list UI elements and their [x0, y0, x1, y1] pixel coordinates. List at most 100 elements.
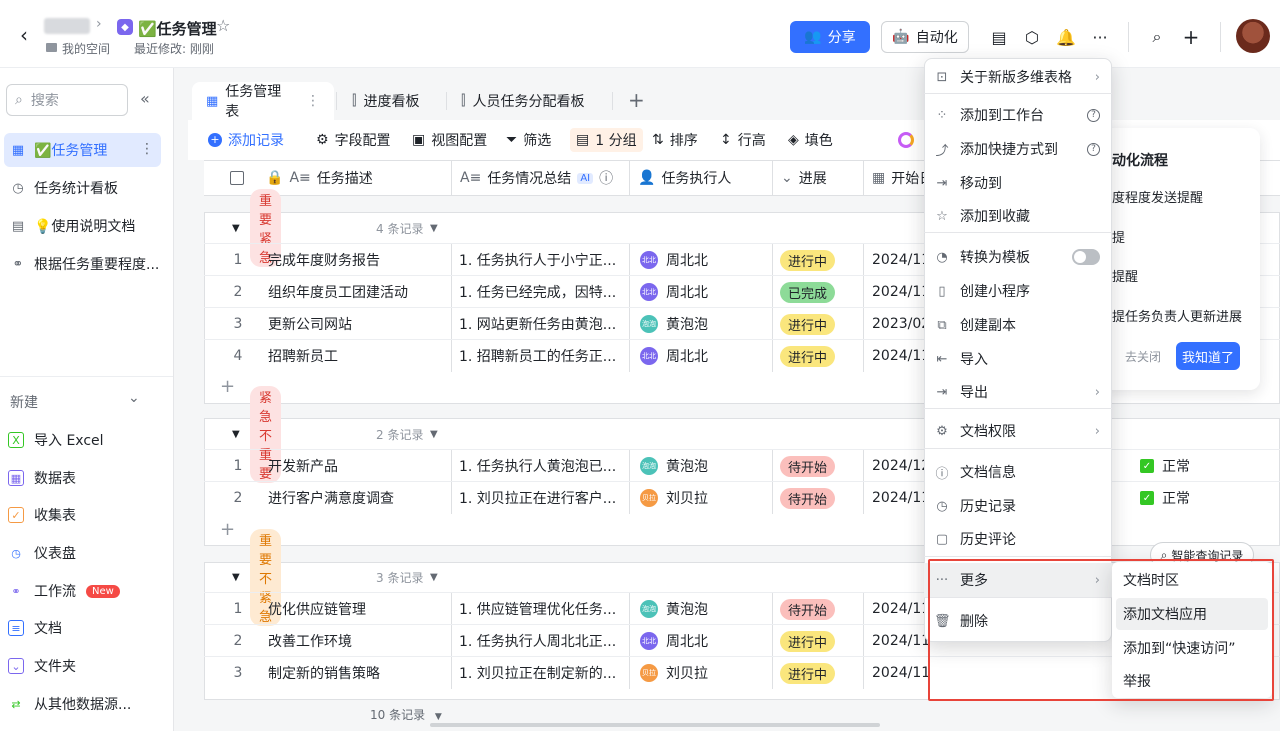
cell-desc[interactable]: 招聘新员工 [268, 340, 448, 372]
row-height-button[interactable]: ↕ 行高 [720, 128, 766, 152]
menu-item[interactable]: ⊡ 关于新版多维表格 › [924, 60, 1112, 94]
tab-task-table[interactable]: ▦ 任务管理表 ⋮ [192, 82, 334, 120]
cell-desc[interactable]: 改善工作环境 [268, 625, 448, 657]
sidebar-item-workflow[interactable]: ⚭ 根据任务重要程度... [4, 247, 161, 281]
more-vertical-icon[interactable]: ⋮ [140, 141, 154, 157]
cell-assignee[interactable]: 北北 周北北 [640, 244, 772, 276]
caret-down-icon[interactable]: ▼ [430, 572, 438, 583]
new-doc[interactable]: ≡ 文档 [8, 613, 62, 643]
cell-summary[interactable]: 1. 任务执行人黄泡泡已... [459, 450, 627, 482]
column-header-progress[interactable]: ⌄ 进展 [773, 160, 864, 196]
menu-item[interactable]: ⇥ 导出 › [924, 375, 1112, 409]
new-dashboard[interactable]: ◷ 仪表盘 [8, 538, 76, 568]
new-form[interactable]: ✓ 收集表 [8, 500, 76, 530]
sidebar-item-dashboard[interactable]: ◷ 任务统计看板 [4, 171, 161, 205]
cell-progress[interactable]: 待开始 [780, 450, 860, 482]
new-folder[interactable]: ⌄ 文件夹 [8, 651, 76, 681]
cell-start-date[interactable]: 2023/02 [872, 308, 928, 340]
cell-status[interactable]: ✓ 正常 [1140, 450, 1250, 482]
search-icon[interactable]: ⌕ [1144, 24, 1170, 50]
cell-summary[interactable]: 1. 网站更新任务由黄泡... [459, 308, 627, 340]
template-center-icon[interactable]: ▤ [986, 24, 1012, 50]
menu-item[interactable]: ⚙ 文档权限 › [924, 414, 1112, 448]
field-config-button[interactable]: ⚙ 字段配置 [316, 128, 391, 152]
add-row-icon[interactable]: + [220, 513, 235, 545]
new-import-excel[interactable]: X 导入 Excel [8, 425, 104, 455]
sidebar-item-doc[interactable]: ▤ 💡使用说明文档 [4, 209, 161, 243]
cell-desc[interactable]: 优化供应链管理 [268, 593, 448, 625]
plugin-icon[interactable]: ⬡ [1019, 24, 1045, 50]
new-datatable[interactable]: ▦ 数据表 [8, 463, 76, 493]
menu-item[interactable]: ▯ 创建小程序 [924, 274, 1112, 308]
collapse-sidebar-icon[interactable]: « [140, 89, 150, 108]
cell-assignee[interactable]: 北北 周北北 [640, 625, 772, 657]
column-header-assignee[interactable]: 👤 任务执行人 [630, 160, 773, 196]
cell-status[interactable]: ✓ 正常 [1140, 482, 1250, 514]
new-workflow[interactable]: ⚭ 工作流 New [8, 576, 120, 606]
ai-assistant-icon[interactable] [898, 132, 914, 148]
cell-summary[interactable]: 1. 任务执行人周北北正... [459, 625, 627, 657]
cell-summary[interactable]: 1. 刘贝拉正在进行客户... [459, 482, 627, 514]
filter-button[interactable]: ⏷ 筛选 [506, 128, 551, 152]
caret-down-icon[interactable]: ▼ [232, 572, 240, 583]
plus-icon[interactable]: + [1178, 24, 1204, 50]
cell-progress[interactable]: 待开始 [780, 482, 860, 514]
cell-desc[interactable]: 制定新的销售策略 [268, 657, 448, 689]
cell-desc[interactable]: 更新公司网站 [268, 308, 448, 340]
workspace-name-blurred[interactable] [44, 18, 90, 34]
cell-summary[interactable]: 1. 任务已经完成，因特... [459, 276, 627, 308]
cell-start-date[interactable]: 2024/11, [872, 482, 928, 514]
view-config-button[interactable]: ▣ 视图配置 [412, 128, 487, 152]
help-icon[interactable]: ? [1087, 142, 1100, 156]
menu-item[interactable]: ⤴ 添加快捷方式到? [924, 132, 1112, 166]
bell-icon[interactable]: 🔔 [1053, 24, 1079, 50]
template-toggle[interactable] [1072, 249, 1100, 265]
caret-down-icon[interactable]: ▼ [430, 429, 438, 440]
column-header-desc[interactable]: 🔒 A≡ 任务描述 [258, 160, 452, 196]
cell-assignee[interactable]: 北北 周北北 [640, 340, 772, 372]
info-icon[interactable]: ⓘ [599, 168, 613, 188]
cell-progress[interactable]: 进行中 [780, 657, 860, 689]
menu-item[interactable]: ⧉ 创建副本 [924, 308, 1112, 342]
help-icon[interactable]: ? [1087, 108, 1100, 122]
cell-assignee[interactable]: 泡泡 黄泡泡 [640, 593, 772, 625]
cell-start-date[interactable]: 2024/11/25 [872, 657, 928, 689]
menu-item[interactable]: ⁘ 添加到工作台? [924, 98, 1112, 132]
caret-down-icon[interactable]: ▼ [232, 429, 240, 440]
popover-ok-button[interactable]: 我知道了 [1176, 342, 1240, 370]
cell-progress[interactable]: 已完成 [780, 276, 860, 308]
cell-desc[interactable]: 进行客户满意度调查 [268, 482, 448, 514]
cell-progress[interactable]: 进行中 [780, 340, 860, 372]
cell-start-date[interactable]: 2024/11, [872, 340, 928, 372]
cell-start-date[interactable]: 2024/11, [872, 244, 928, 276]
tab-assignee-board[interactable]: ⫿ 人员任务分配看板 [447, 82, 598, 120]
cell-start-date[interactable]: 2024/11/25 [872, 625, 928, 657]
menu-item[interactable]: ⇤ 导入 [924, 342, 1112, 376]
add-row-icon[interactable]: + [220, 370, 235, 402]
popover-close-button[interactable]: 去关闭 [1120, 343, 1166, 369]
fill-color-button[interactable]: ◈ 填色 [788, 128, 833, 152]
menu-item[interactable]: ⇥ 移动到 [924, 166, 1112, 200]
cell-summary[interactable]: 1. 任务执行人于小宁正... [459, 244, 627, 276]
cell-desc[interactable]: 完成年度财务报告 [268, 244, 448, 276]
sidebar-item-task-table[interactable]: ▦ ✅任务管理 [4, 133, 161, 167]
new-datasource[interactable]: ⇄ 从其他数据源... [8, 689, 131, 719]
caret-down-icon[interactable]: ▼ [232, 223, 240, 234]
cell-summary[interactable]: 1. 招聘新员工的任务正... [459, 340, 627, 372]
sidebar-search-input[interactable]: ⌕ 搜索 [6, 84, 128, 116]
column-header-summary[interactable]: A≡ 任务情况总结 AI ⓘ [452, 160, 630, 196]
chevron-down-icon[interactable]: ⌄ [128, 390, 140, 406]
space-link[interactable]: 我的空间 [62, 40, 110, 57]
user-avatar[interactable] [1236, 19, 1270, 53]
share-button[interactable]: 👥 分享 [790, 21, 870, 53]
cell-progress[interactable]: 进行中 [780, 625, 860, 657]
cell-summary[interactable]: 1. 刘贝拉正在制定新的... [459, 657, 627, 689]
cell-desc[interactable]: 开发新产品 [268, 450, 448, 482]
horizontal-scrollbar[interactable] [430, 723, 880, 727]
cell-start-date[interactable]: 2024/11, [872, 276, 928, 308]
cell-assignee[interactable]: 贝拉 刘贝拉 [640, 482, 772, 514]
menu-item[interactable]: ⓘ 文档信息 [924, 455, 1112, 489]
cell-assignee[interactable]: 泡泡 黄泡泡 [640, 450, 772, 482]
select-all-checkbox[interactable] [230, 171, 244, 185]
cell-assignee[interactable]: 北北 周北北 [640, 276, 772, 308]
